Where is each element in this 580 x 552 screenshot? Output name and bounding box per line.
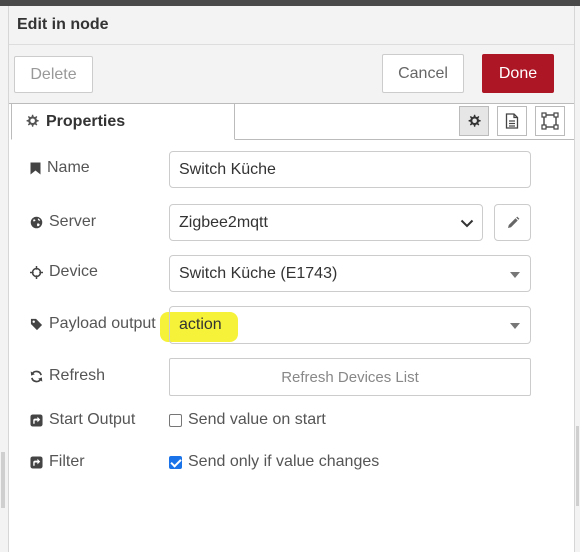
filter-checkbox[interactable] [169,455,182,469]
payload-output-label-text: Payload output [49,315,156,332]
device-label-text: Device [49,263,98,280]
filter-label-text: Filter [49,453,85,470]
chevron-down-icon [460,219,474,228]
left-scroll-edge [0,6,9,552]
filter-label: Filter [30,452,85,472]
tab-icon-settings[interactable] [459,106,489,136]
done-button[interactable]: Done [482,54,554,93]
refresh-label-text: Refresh [49,367,106,384]
start-output-checkbox[interactable] [169,413,182,427]
edit-server-button[interactable] [494,204,531,241]
server-label-text: Server [49,213,97,230]
tab-icon-appearance[interactable] [535,106,565,136]
filter-checkbox-label[interactable]: Send only if value changes [188,453,379,471]
dialog-header: Edit in node [9,6,574,45]
crosshair-icon [30,265,43,279]
payload-output-value: action [179,316,222,333]
dialog-toolbar: Delete Cancel Done [9,45,574,104]
start-output-label: Start Output [30,410,135,430]
tab-label: Properties [46,113,126,130]
start-output-label-text: Start Output [49,411,136,428]
external-link-icon [30,413,43,427]
gear-icon [25,114,39,133]
external-link-icon [30,455,43,469]
server-select-value: Zigbee2mqtt [179,214,268,231]
frame-icon [541,112,559,130]
start-output-row: Send value on start [169,411,326,429]
server-select[interactable]: Zigbee2mqtt [169,204,483,241]
right-scroll-edge [574,6,580,552]
name-label-text: Name [47,159,90,176]
device-label: Device [30,262,98,282]
name-label: Name [30,158,90,178]
cancel-button[interactable]: Cancel [382,54,464,93]
filter-row: Send only if value changes [169,453,379,471]
globe-icon [30,216,43,228]
start-output-checkbox-label[interactable]: Send value on start [188,411,326,429]
pencil-icon [508,216,520,228]
name-input[interactable] [169,151,531,188]
tab-divider [235,139,574,140]
payload-output-label: Payload output [30,314,156,334]
caret-down-icon [510,272,520,278]
device-select[interactable]: Switch Küche (E1743) [169,255,531,292]
gear-icon [468,114,481,127]
server-label: Server [30,212,96,232]
left-scroll-thumb[interactable] [1,452,5,508]
tab-properties[interactable]: Properties [11,103,235,140]
tab-icon-description[interactable] [497,106,527,136]
dialog-title: Edit in node [17,16,109,33]
refresh-icon [30,370,43,382]
refresh-devices-button[interactable]: Refresh Devices List [169,358,531,396]
refresh-label: Refresh [30,366,105,386]
document-icon [505,113,519,129]
caret-down-icon [510,323,520,329]
right-scroll-thumb[interactable] [576,426,579,506]
payload-output-select[interactable]: action [169,306,531,344]
delete-button[interactable]: Delete [14,56,93,93]
tag-icon [30,318,43,330]
device-select-value: Switch Küche (E1743) [179,265,338,282]
bookmark-icon [30,162,41,174]
